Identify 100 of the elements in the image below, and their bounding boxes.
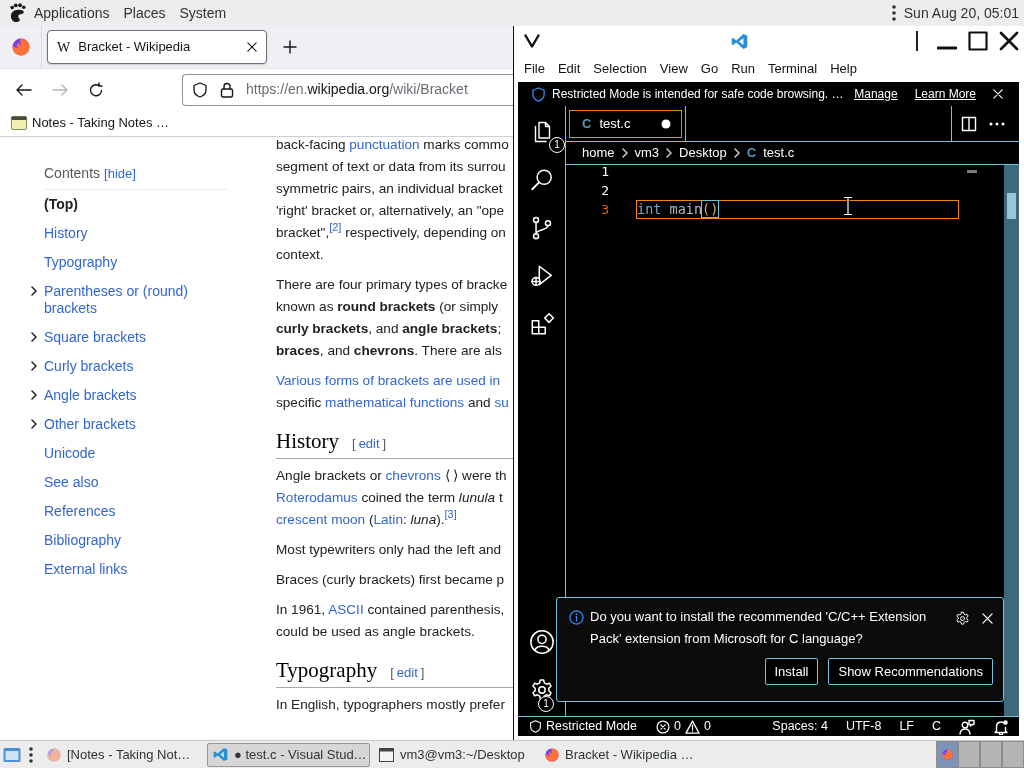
toc-link[interactable]: See also [44, 474, 99, 491]
notification-button[interactable]: Install [764, 658, 819, 685]
line-number: 2 [600, 182, 609, 200]
notification-button[interactable]: Show Recommendations [828, 658, 993, 685]
article-text-line: crescent moon (Latin: luna).$^{[3]}$ [276, 509, 457, 529]
search-icon[interactable] [528, 167, 555, 193]
article-link[interactable]: su [494, 395, 509, 410]
show-desktop-icon[interactable] [3, 745, 21, 764]
plus-icon[interactable] [283, 40, 297, 54]
menu-item[interactable]: Edit [557, 59, 581, 79]
chevron-right-icon[interactable] [29, 286, 39, 296]
more-icon[interactable] [989, 121, 1005, 126]
menu-item[interactable]: File [524, 59, 545, 79]
menu-item[interactable]: View [659, 59, 688, 79]
article-text-line: symmetric pairs, an individual bracket [276, 180, 503, 198]
toc-link[interactable]: Unicode [44, 445, 96, 462]
article-link[interactable]: chevrons [385, 468, 441, 483]
article-link[interactable]: punctuation [349, 137, 420, 152]
menu-item[interactable]: Selection [593, 59, 647, 79]
toc-link[interactable]: Square brackets [44, 329, 146, 346]
restricted-mode-status[interactable]: Restricted Mode [529, 717, 637, 736]
line-number: 3 [600, 201, 609, 219]
person-circle-icon[interactable] [528, 629, 555, 655]
breadcrumb-item[interactable]: vm3 [634, 143, 660, 163]
toc-link[interactable]: Other brackets [44, 416, 136, 433]
browser-tab[interactable]: W Bracket - Wikipedia [47, 30, 267, 64]
edit-link[interactable]: [ edit ] [390, 663, 425, 683]
toc-link[interactable]: Typography [44, 254, 118, 271]
address-field[interactable]: https://en.wikipedia.org/wiki/Bracket [182, 73, 513, 106]
problems-status[interactable]: 0 0 [656, 717, 711, 736]
article-link[interactable]: ASCII [328, 602, 364, 617]
bell-icon[interactable] [993, 718, 1009, 735]
article-link[interactable]: mathematical functions [325, 395, 465, 410]
article-text-line: curly brackets, and angle brackets; [276, 320, 502, 338]
browser-logo-icon[interactable] [11, 38, 30, 56]
article-link[interactable]: crescent moon [276, 512, 366, 527]
editor-tab[interactable]: C test.c [569, 110, 682, 138]
maximize-icon[interactable] [968, 31, 988, 51]
chevron-right-icon[interactable] [29, 390, 39, 400]
menu-item[interactable]: Help [830, 59, 857, 79]
chevron-right-icon[interactable] [29, 361, 39, 371]
breadcrumb-item[interactable]: C test.c [746, 143, 795, 163]
chevron-right-icon[interactable] [29, 332, 39, 342]
chevron-down-icon[interactable] [524, 34, 540, 48]
toc-link[interactable]: References [44, 503, 116, 520]
status-item[interactable]: C [931, 717, 941, 736]
toc-link[interactable]: External links [44, 561, 128, 578]
minimap-drawing [967, 170, 977, 173]
section-heading: History [276, 428, 339, 455]
taskbar-window-button[interactable]: ● test.c - Visual Stud… [207, 742, 370, 767]
breadcrumb-item[interactable]: Desktop [679, 143, 727, 163]
scrollbar[interactable] [1004, 165, 1019, 716]
footnote-link[interactable]: [3] [444, 508, 457, 520]
modified-dot-icon[interactable] [661, 119, 671, 129]
toc-link[interactable]: Curly brackets [44, 358, 134, 375]
close-icon[interactable] [247, 42, 257, 52]
menu-item[interactable]: Places [116, 3, 173, 23]
menu-item[interactable]: Applications [27, 3, 117, 23]
split-editor-icon[interactable] [961, 115, 977, 132]
menu-item[interactable]: System [172, 3, 234, 23]
status-item[interactable]: LF [899, 717, 914, 736]
article-text-line: known as round brackets (or simply [276, 298, 499, 316]
article-link[interactable]: Various forms of brackets are used in [276, 373, 501, 388]
toc-link[interactable]: (Top) [44, 196, 78, 213]
article-text-line: In English, typographers mostly prefer [276, 696, 505, 714]
article-text-line: segment of text or data from its surrou [276, 158, 506, 176]
banner-link[interactable]: Learn More [914, 85, 976, 103]
edit-link[interactable]: [ edit ] [352, 434, 387, 454]
menu-item[interactable]: Terminal [768, 59, 818, 79]
banner-link[interactable]: Manage [854, 85, 898, 103]
article-link[interactable]: Latin [373, 512, 403, 527]
reload-icon[interactable] [88, 81, 104, 98]
blocks-icon[interactable] [528, 311, 555, 337]
taskbar-window-button[interactable]: vm3@vm3:~/Desktop [373, 742, 536, 767]
status-item[interactable]: Spaces: 4 [772, 717, 828, 736]
breadcrumb-item[interactable]: home [582, 143, 615, 163]
more-options-icon[interactable] [891, 5, 896, 21]
toc-link[interactable]: Bibliography [44, 532, 122, 549]
toc-link[interactable]: Angle brackets [44, 387, 137, 404]
footnote-link[interactable]: [2] [329, 221, 342, 233]
chevron-right-icon [731, 148, 742, 158]
toc-link[interactable]: History [44, 225, 88, 242]
person-speech-icon[interactable] [959, 718, 975, 735]
menu-item[interactable]: Go [700, 59, 719, 79]
article-text-line: specific mathematical functions and su [276, 394, 509, 412]
play-bug-icon[interactable] [528, 263, 555, 289]
close-icon[interactable] [999, 31, 1019, 51]
taskbar-window-button[interactable]: [Notes - Taking Not… [41, 742, 204, 767]
menu-item[interactable]: Run [731, 59, 755, 79]
chevron-right-icon[interactable] [29, 419, 39, 429]
toc-link[interactable]: Parentheses or (round) brackets [44, 283, 228, 317]
taskbar-window-button[interactable]: Bracket - Wikipedia … [539, 742, 702, 767]
bookmark-item[interactable]: Notes - Taking Notes … [11, 113, 170, 133]
scroll-thumb[interactable] [1007, 193, 1016, 219]
gear-icon[interactable] [955, 611, 970, 626]
article-text-line: Most typewriters only had the left and [276, 541, 502, 559]
article-text-line: context. [276, 246, 324, 264]
article-link[interactable]: Roterodamus [276, 490, 358, 505]
status-item[interactable]: UTF-8 [845, 717, 882, 736]
hide-link[interactable]: [hide] [104, 166, 136, 181]
